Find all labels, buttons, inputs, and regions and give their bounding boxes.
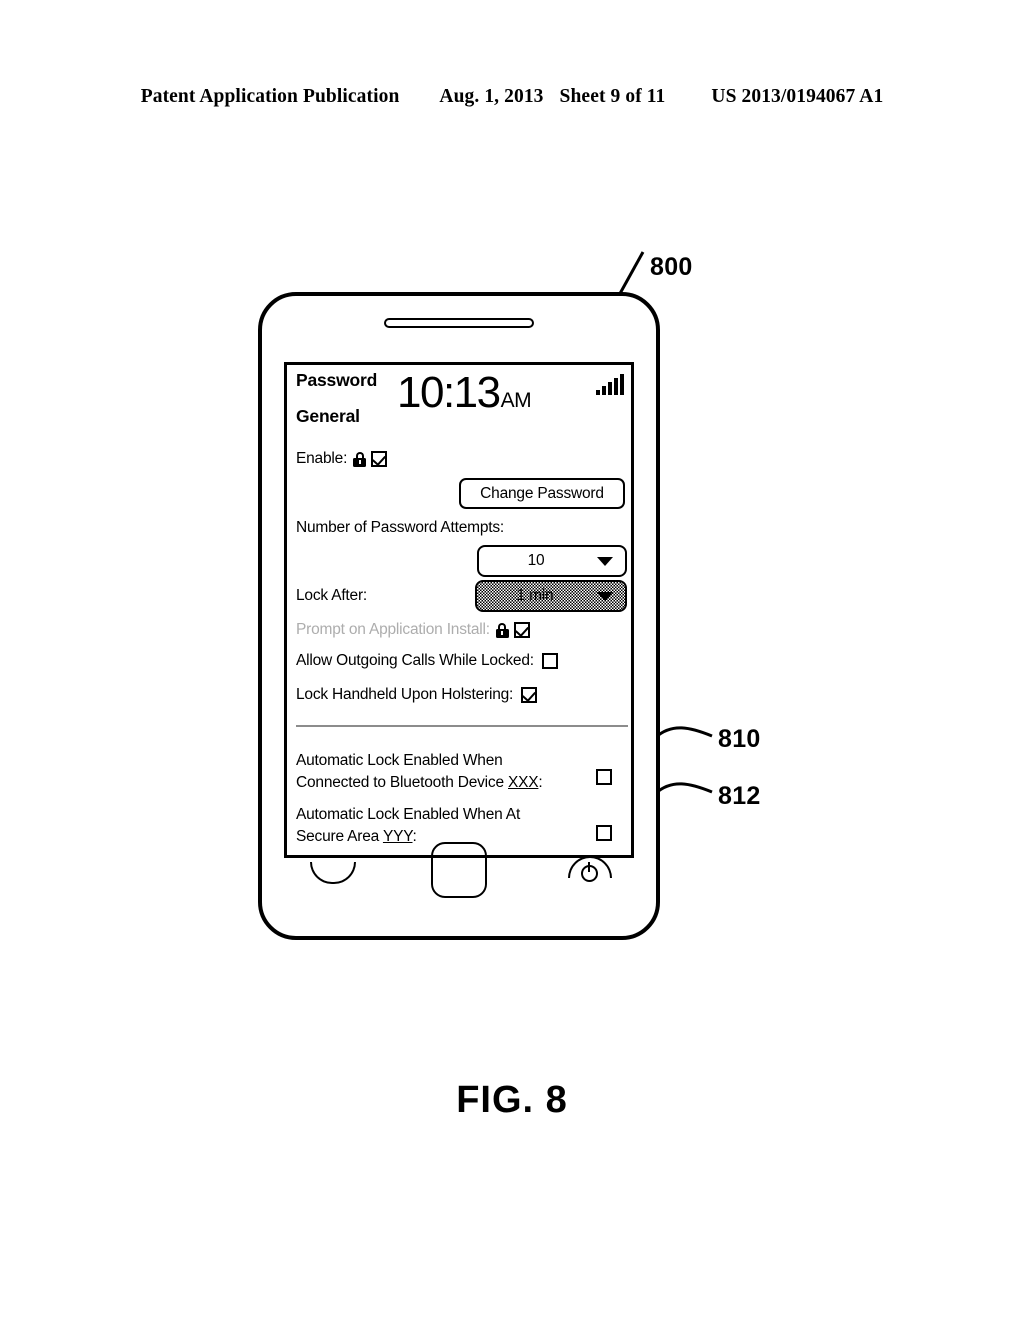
publication-header-date: Aug. 1, 2013: [439, 86, 544, 107]
row-lock-upon-holstering[interactable]: Lock Handheld Upon Holstering:: [287, 686, 546, 704]
power-button[interactable]: [564, 856, 616, 888]
status-clock: 10:13 AM: [397, 368, 532, 417]
clock-ampm: AM: [500, 389, 532, 412]
row-password-attempts: Number of Password Attempts:: [287, 519, 513, 537]
lock-after-value: 1 min: [516, 587, 554, 604]
row-lock-upon-holstering-label: Lock Handheld Upon Holstering:: [296, 686, 514, 703]
row-bluetooth-auto-lock-line2: Connected to Bluetooth Device XXX:: [296, 772, 576, 794]
figure-caption: FIG. 8: [456, 1079, 568, 1121]
row-password-attempts-label: Number of Password Attempts:: [296, 519, 505, 536]
publication-header-number: US 2013/0194067 A1: [711, 86, 884, 107]
enable-checkbox[interactable]: [371, 451, 388, 467]
row-lock-after: Lock After:: [287, 587, 376, 605]
row-prompt-on-application-install-label: Prompt on Application Install:: [296, 621, 490, 638]
row-bluetooth-auto-lock-line1: Automatic Lock Enabled When: [296, 752, 503, 769]
lock-after-dropdown[interactable]: 1 min: [475, 580, 627, 612]
callout-ref-812: 812: [718, 782, 761, 810]
screen-title-block: Password General: [296, 370, 378, 426]
row-bluetooth-auto-lock-line2-prefix: Connected to Bluetooth Device: [296, 774, 508, 791]
page-title: Password: [296, 370, 378, 390]
allow-outgoing-calls-checkbox[interactable]: [541, 653, 558, 669]
section-divider: [296, 725, 628, 727]
row-enable-label: Enable:: [296, 450, 348, 467]
password-attempts-dropdown[interactable]: 10: [477, 545, 627, 577]
lock-upon-holstering-checkbox[interactable]: [521, 687, 538, 703]
clock-time: 10:13: [397, 368, 501, 417]
change-password-button[interactable]: Change Password: [459, 478, 625, 509]
publication-header-sheet: Sheet 9 of 11: [559, 86, 666, 107]
lock-icon: [353, 451, 367, 467]
callout-ref-810: 810: [718, 725, 761, 753]
row-secure-area-auto-lock-area-name: YYY: [382, 828, 413, 845]
secure-area-auto-lock-checkbox[interactable]: [596, 825, 612, 841]
power-icon-bar: [588, 862, 591, 872]
lock-icon: [495, 622, 509, 638]
section-title: General: [296, 405, 360, 426]
publication-header: Patent Application Publication Aug. 1, 2…: [0, 86, 1024, 108]
chevron-down-icon: [597, 591, 613, 601]
back-button[interactable]: [310, 862, 356, 884]
row-secure-area-auto-lock-line2-prefix: Secure Area: [296, 828, 383, 845]
home-button[interactable]: [431, 842, 487, 898]
row-bluetooth-auto-lock-device-name: XXX: [508, 774, 539, 791]
row-prompt-on-application-install: Prompt on Application Install:: [287, 621, 539, 639]
device-screen: Password General 10:13 AM Enable: Change…: [284, 362, 634, 858]
row-lock-after-label: Lock After:: [296, 587, 368, 604]
mobile-device: Password General 10:13 AM Enable: Change…: [258, 292, 660, 940]
row-bluetooth-auto-lock-line2-suffix: :: [538, 774, 543, 791]
signal-strength-icon: [596, 373, 624, 395]
callout-ref-800: 800: [650, 253, 693, 281]
row-allow-outgoing-calls-label: Allow Outgoing Calls While Locked:: [296, 652, 534, 669]
row-secure-area-auto-lock-line1: Automatic Lock Enabled When At: [296, 806, 521, 823]
row-secure-area-auto-lock: Automatic Lock Enabled When At Secure Ar…: [296, 804, 576, 848]
password-attempts-value: 10: [527, 552, 545, 569]
row-allow-outgoing-calls[interactable]: Allow Outgoing Calls While Locked:: [287, 652, 567, 670]
speaker-grille-icon: [384, 318, 534, 328]
row-bluetooth-auto-lock: Automatic Lock Enabled When Connected to…: [296, 750, 576, 794]
bluetooth-auto-lock-checkbox[interactable]: [596, 769, 612, 785]
chevron-down-icon: [597, 556, 613, 566]
row-secure-area-auto-lock-line2-suffix: :: [412, 828, 417, 845]
prompt-on-application-install-checkbox: [513, 622, 530, 638]
publication-header-title: Patent Application Publication: [140, 86, 400, 107]
row-enable[interactable]: Enable:: [287, 450, 396, 468]
